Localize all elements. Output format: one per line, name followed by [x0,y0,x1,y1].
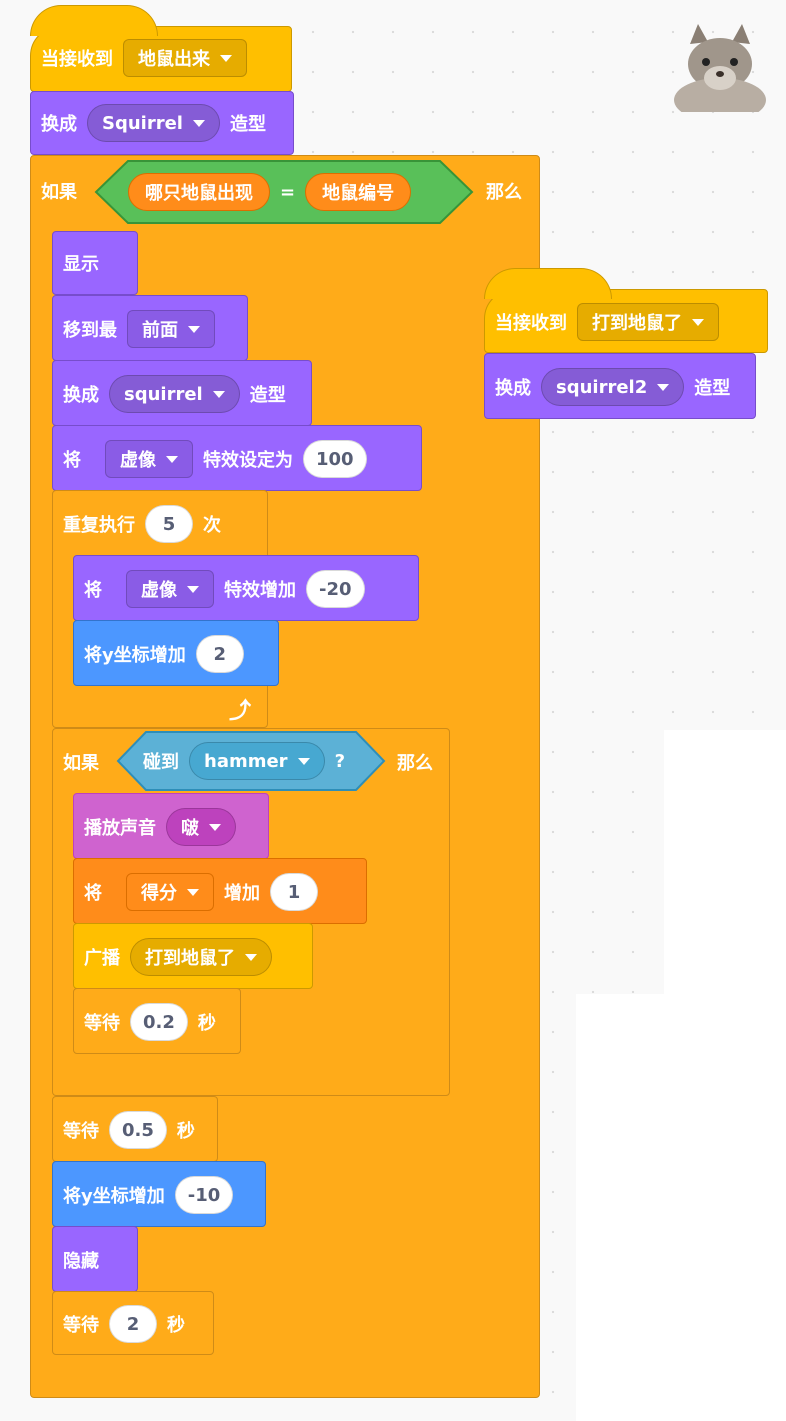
broadcast-label: 广播 [84,948,120,969]
equals-sign: = [280,181,296,203]
go-front-label: 移到最 [63,320,117,341]
change-y-value-input[interactable]: 2 [195,635,244,673]
hat-cap-2 [484,268,612,299]
change-effect-value-input[interactable]: -20 [306,570,365,608]
set-effect-label: 将 [63,450,81,471]
change-effect-mid: 特效增加 [224,580,296,601]
repeat-suffix: 次 [203,515,221,536]
costume-dropdown-3[interactable]: squirrel2 [541,368,685,406]
broadcast-message-dropdown[interactable]: 打到地鼠了 [130,938,272,976]
when-receive-hat-block-2[interactable]: 当接收到 打到地鼠了 [484,268,768,353]
if-label: 如果 [41,182,77,203]
if-label-2: 如果 [63,753,99,774]
change-y-block[interactable]: 将y坐标增加 2 [73,620,279,686]
switch-costume-block[interactable]: 换成 Squirrel 造型 [30,91,294,155]
show-label: 显示 [63,254,99,275]
stage-area-lower [576,994,786,1421]
set-effect-block[interactable]: 将 虚像 特效设定为 100 [52,425,422,491]
wait-value-input-1[interactable]: 0.2 [130,1003,188,1041]
broadcast-block[interactable]: 广播 打到地鼠了 [73,923,313,989]
change-y-block-2[interactable]: 将y坐标增加 -10 [52,1161,266,1227]
message-dropdown-2[interactable]: 打到地鼠了 [577,303,719,341]
wait-value-input-3[interactable]: 2 [109,1305,157,1343]
play-sound-label: 播放声音 [84,818,156,839]
squirrel-number-variable[interactable]: 地鼠编号 [305,173,412,211]
wait-label-3: 等待 [63,1315,99,1336]
touching-label: 碰到 [143,752,179,773]
effect-dropdown[interactable]: 虚像 [105,440,193,478]
hide-block[interactable]: 隐藏 [52,1226,138,1292]
then-label-2: 那么 [397,753,433,774]
costume-suffix: 造型 [229,114,266,135]
question-mark: ? [334,750,346,772]
change-y-label-2: 将y坐标增加 [63,1186,165,1207]
wait-block-2[interactable]: 等待 0.5 秒 [52,1096,218,1162]
when-receive-hat-block[interactable]: 当接收到 地鼠出来 [30,5,292,92]
show-block[interactable]: 显示 [52,231,138,295]
change-effect-block[interactable]: 将 虚像 特效增加 -20 [73,555,419,621]
then-label: 那么 [486,182,522,203]
wait-block-3[interactable]: 等待 2 秒 [52,1291,214,1355]
costume-dropdown[interactable]: Squirrel [87,104,220,142]
change-var-label: 将 [84,883,102,904]
costume-suffix-3: 造型 [694,378,731,399]
loop-arrow-icon: ⤴ [229,699,252,724]
stage-area [664,730,786,994]
when-receive-label-2: 当接收到 [495,313,567,334]
hat-cap [30,5,158,36]
switch-costume-label-2: 换成 [63,385,99,406]
go-to-front-block[interactable]: 移到最 前面 [52,295,248,361]
which-squirrel-variable[interactable]: 哪只地鼠出现 [128,173,270,211]
wait-value-input-2[interactable]: 0.5 [109,1111,167,1149]
effect-dropdown-2[interactable]: 虚像 [126,570,214,608]
costume-suffix-2: 造型 [249,385,286,406]
squirrel-sprite-icon[interactable] [672,22,768,112]
change-var-mid: 增加 [224,883,260,904]
when-receive-label: 当接收到 [41,49,113,70]
wait-label-1: 等待 [84,1013,120,1034]
effect-value-input[interactable]: 100 [303,440,367,478]
switch-costume-label: 换成 [41,114,77,135]
message-dropdown[interactable]: 地鼠出来 [123,39,247,77]
repeat-label: 重复执行 [63,515,135,536]
wait-block-1[interactable]: 等待 0.2 秒 [73,988,241,1054]
set-effect-mid: 特效设定为 [203,450,293,471]
play-sound-block[interactable]: 播放声音 啵 [73,793,269,859]
wait-suffix-1: 秒 [197,1013,216,1034]
repeat-count-input[interactable]: 5 [145,505,193,543]
switch-costume-block-3[interactable]: 换成 squirrel2 造型 [484,353,756,419]
variable-dropdown[interactable]: 得分 [126,873,214,911]
change-variable-block[interactable]: 将 得分 增加 1 [73,858,367,924]
wait-suffix-3: 秒 [167,1315,185,1336]
switch-costume-label-3: 换成 [495,378,531,399]
change-y-value-input-2[interactable]: -10 [174,1176,234,1214]
touch-object-dropdown[interactable]: hammer [189,742,325,780]
costume-dropdown-2[interactable]: squirrel [109,375,240,413]
hide-label: 隐藏 [63,1251,99,1272]
front-back-dropdown[interactable]: 前面 [127,310,215,348]
change-effect-label: 将 [84,580,102,601]
wait-suffix-2: 秒 [176,1121,195,1142]
change-var-value-input[interactable]: 1 [270,873,318,911]
wait-label-2: 等待 [63,1121,99,1142]
change-y-label: 将y坐标增加 [84,645,186,666]
switch-costume-block-2[interactable]: 换成 squirrel 造型 [52,360,312,426]
sound-dropdown[interactable]: 啵 [166,808,236,846]
